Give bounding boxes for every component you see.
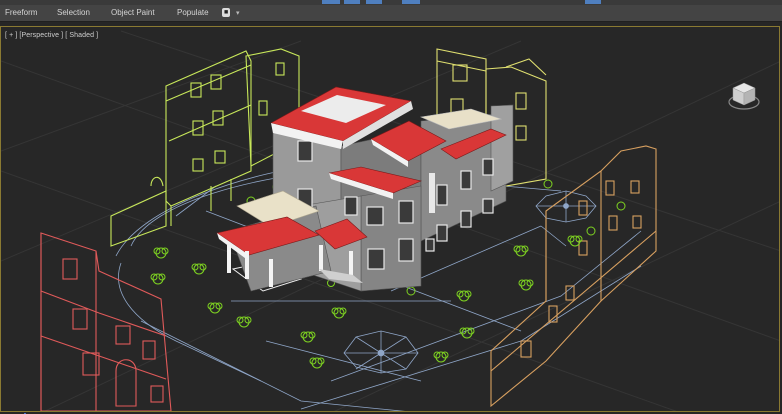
building-orange-elevation	[490, 145, 657, 408]
perspective-viewport[interactable]: [ + ] [Perspective ] [ Shaded ]	[0, 26, 780, 414]
toolbar-button[interactable]	[402, 0, 420, 4]
toolbar-button[interactable]	[344, 0, 360, 4]
toolbar-button[interactable]	[322, 0, 340, 4]
tab-freeform[interactable]: Freeform	[2, 6, 40, 20]
tab-object-paint[interactable]: Object Paint	[108, 6, 158, 20]
ribbon-toggle-button[interactable]: ■	[222, 8, 231, 17]
viewcube-icon[interactable]	[727, 79, 761, 113]
ribbon-tab-bar: Freeform Selection Object Paint Populate…	[0, 5, 782, 22]
3ds-max-window: Freeform Selection Object Paint Populate…	[0, 0, 782, 414]
axis-gizmo-icon	[15, 409, 41, 414]
toolbar-button[interactable]	[366, 0, 382, 4]
scene-canvas[interactable]	[1, 27, 779, 411]
toolbar-button[interactable]	[585, 0, 601, 4]
ribbon-dropdown-icon[interactable]: ▾	[236, 9, 240, 17]
tab-populate[interactable]: Populate	[174, 6, 212, 20]
tab-selection[interactable]: Selection	[54, 6, 93, 20]
villa-model[interactable]	[216, 86, 514, 292]
building-red-elevation	[40, 232, 172, 411]
